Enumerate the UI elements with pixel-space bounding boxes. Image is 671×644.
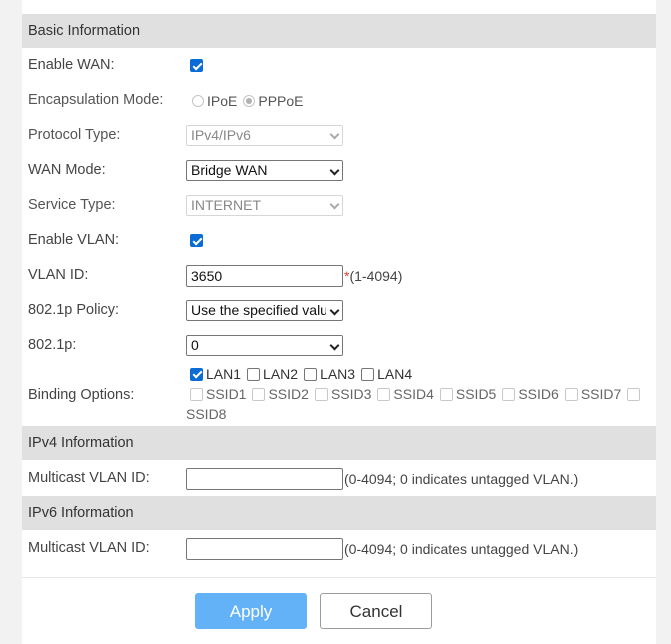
- ssid1-option[interactable]: SSID1: [190, 386, 246, 402]
- vlan-id-row: VLAN ID: 3650 * (1-4094): [22, 258, 656, 293]
- ssid1-checkbox[interactable]: [190, 387, 203, 401]
- ssid-options: SSID1 SSID2 SSID3 SSID4 SSID5 SSID6 SSID…: [190, 384, 646, 404]
- enable-vlan-label: Enable VLAN:: [28, 232, 120, 248]
- ipv4-multicast-label: Multicast VLAN ID:: [28, 470, 150, 486]
- ipv6-multicast-label: Multicast VLAN ID:: [28, 540, 150, 556]
- wan-mode-select[interactable]: Bridge WAN: [186, 160, 343, 181]
- lan3-label: LAN3: [320, 366, 356, 382]
- ipv4-multicast-hint: (0-4094; 0 indicates untagged VLAN.): [344, 470, 579, 487]
- ipv6-multicast-row: Multicast VLAN ID: (0-4094; 0 indicates …: [22, 531, 656, 566]
- lan2-label: LAN2: [263, 366, 299, 382]
- ssid5-option[interactable]: SSID5: [439, 386, 497, 402]
- lan1-option[interactable]: LAN1: [190, 366, 241, 382]
- p8021-value: 0: [191, 337, 199, 353]
- ssid6-label: SSID6: [518, 386, 559, 402]
- service-type-value: INTERNET: [191, 197, 261, 213]
- ssid-options-wrap: SSID8: [186, 404, 232, 424]
- enable-vlan-row: Enable VLAN:: [22, 223, 656, 258]
- ssid5-label: SSID5: [455, 386, 497, 402]
- p8021-row: 802.1p: 0: [22, 328, 656, 363]
- ssid3-checkbox[interactable]: [314, 387, 328, 401]
- ssid8-checkbox-wrap[interactable]: [627, 387, 641, 401]
- pppoe-radio-label: PPPoE: [258, 92, 304, 109]
- policy-8021p-label: 802.1p Policy:: [28, 302, 120, 318]
- ssid2-option[interactable]: SSID2: [252, 386, 309, 402]
- lan2-checkbox[interactable]: [247, 367, 261, 381]
- enable-wan-checkbox[interactable]: [190, 59, 203, 72]
- cancel-button[interactable]: Cancel: [320, 593, 432, 629]
- service-type-row: Service Type: INTERNET: [22, 188, 656, 223]
- ssid3-label: SSID3: [330, 386, 372, 402]
- ipv6-multicast-hint: (0-4094; 0 indicates untagged VLAN.): [344, 540, 579, 557]
- ssid4-option[interactable]: SSID4: [377, 386, 434, 402]
- ssid4-label: SSID4: [393, 386, 434, 402]
- vlan-id-hint: (1-4094): [349, 267, 403, 284]
- wan-mode-label: WAN Mode:: [28, 162, 106, 178]
- ssid7-label: SSID7: [580, 386, 622, 402]
- lan3-checkbox[interactable]: [304, 367, 318, 381]
- lan-options: LAN1 LAN2 LAN3 LAN4: [190, 364, 418, 384]
- apply-button[interactable]: Apply: [195, 593, 307, 629]
- enable-wan-label: Enable WAN:: [28, 57, 115, 73]
- ssid7-option[interactable]: SSID7: [564, 386, 622, 402]
- ssid4-checkbox[interactable]: [377, 387, 391, 401]
- binding-options-label: Binding Options:: [28, 387, 135, 403]
- section-ipv4-information: IPv4 Information: [22, 426, 656, 460]
- section-ipv6-information: IPv6 Information: [22, 496, 656, 530]
- p8021-label: 802.1p:: [28, 337, 77, 353]
- lan4-option[interactable]: LAN4: [361, 366, 412, 382]
- lan1-checkbox[interactable]: [190, 367, 203, 381]
- enable-wan-row: Enable WAN:: [22, 48, 656, 83]
- ipoe-radio-label: IPoE: [207, 92, 238, 109]
- ssid8-option[interactable]: SSID8: [186, 406, 226, 422]
- ssid6-checkbox[interactable]: [502, 387, 516, 401]
- p8021-select[interactable]: 0: [186, 335, 343, 356]
- vlan-id-label: VLAN ID:: [28, 267, 89, 283]
- ipv6-multicast-vlan-input[interactable]: [186, 537, 343, 560]
- lan2-option[interactable]: LAN2: [247, 366, 298, 382]
- policy-8021p-value: Use the specified value: [191, 302, 336, 318]
- ipv4-multicast-vlan-input[interactable]: [186, 467, 343, 490]
- wan-mode-value: Bridge WAN: [191, 162, 268, 178]
- ssid8-checkbox[interactable]: [627, 387, 641, 401]
- lan4-label: LAN4: [377, 366, 413, 382]
- ssid7-checkbox[interactable]: [564, 387, 578, 401]
- protocol-type-value: IPv4/IPv6: [191, 127, 251, 143]
- policy-8021p-row: 802.1p Policy: Use the specified value: [22, 293, 656, 328]
- pppoe-radio[interactable]: [243, 94, 256, 107]
- ssid5-checkbox[interactable]: [439, 387, 453, 401]
- protocol-type-row: Protocol Type: IPv4/IPv6: [22, 118, 656, 153]
- divider: [22, 577, 656, 578]
- vlan-id-input[interactable]: 3650: [186, 264, 343, 287]
- enable-vlan-checkbox[interactable]: [190, 234, 203, 247]
- wan-config-panel: Basic Information Enable WAN: Encapsulat…: [22, 0, 656, 644]
- encapsulation-row: Encapsulation Mode: IPoE PPPoE: [22, 83, 656, 118]
- lan3-option[interactable]: LAN3: [304, 366, 355, 382]
- encapsulation-label: Encapsulation Mode:: [28, 92, 164, 108]
- section-basic-information: Basic Information: [22, 14, 656, 48]
- binding-options-row: Binding Options: LAN1 LAN2 LAN3 LAN4 SSI…: [22, 364, 656, 426]
- ipv4-multicast-row: Multicast VLAN ID: (0-4094; 0 indicates …: [22, 461, 656, 496]
- protocol-type-select[interactable]: IPv4/IPv6: [186, 125, 343, 146]
- ssid3-option[interactable]: SSID3: [314, 386, 372, 402]
- wan-mode-row: WAN Mode: Bridge WAN: [22, 153, 656, 188]
- policy-8021p-select[interactable]: Use the specified value: [186, 300, 343, 321]
- protocol-type-label: Protocol Type:: [28, 127, 121, 143]
- ssid1-label: SSID1: [206, 386, 247, 402]
- lan1-label: LAN1: [206, 366, 242, 382]
- ssid2-checkbox[interactable]: [252, 387, 266, 401]
- ssid8-label: SSID8: [186, 406, 227, 422]
- ipoe-radio[interactable]: [192, 94, 204, 107]
- lan4-checkbox[interactable]: [361, 367, 375, 381]
- service-type-label: Service Type:: [28, 197, 116, 213]
- ssid6-option[interactable]: SSID6: [502, 386, 559, 402]
- ssid2-label: SSID2: [268, 386, 309, 402]
- service-type-select[interactable]: INTERNET: [186, 195, 343, 216]
